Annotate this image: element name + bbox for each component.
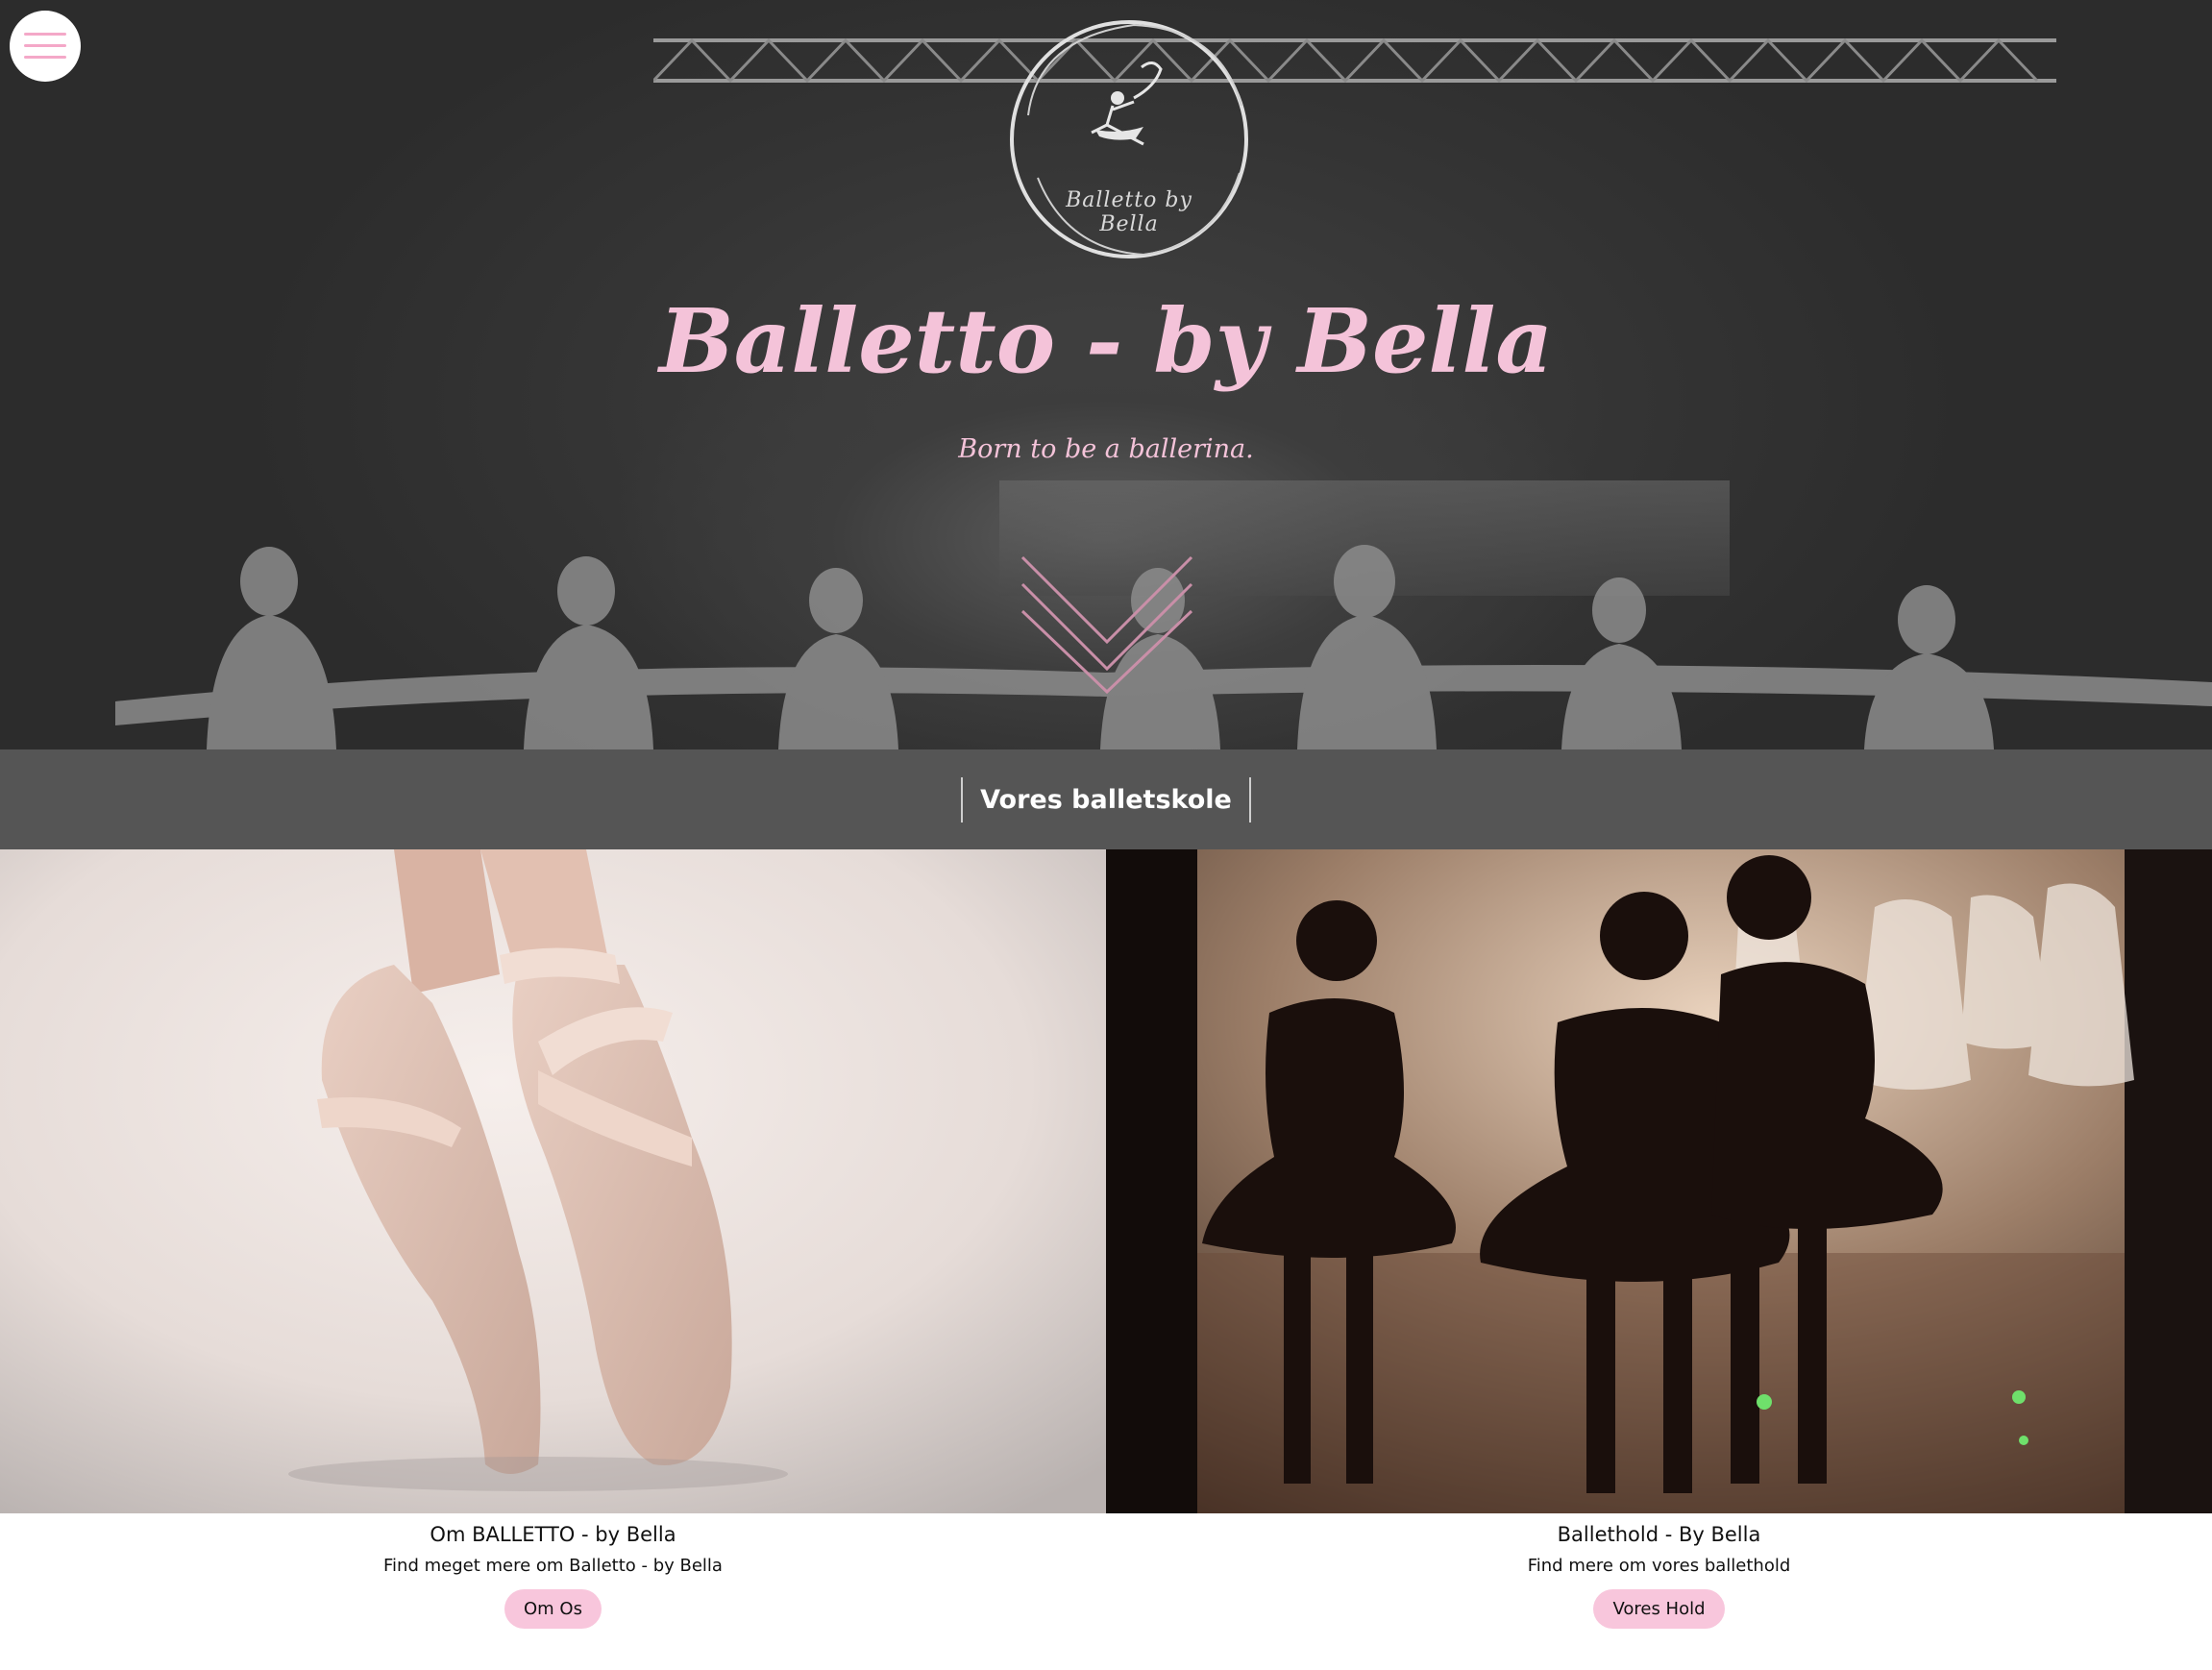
pointe-shoes-image xyxy=(0,849,1106,1513)
stage-truss xyxy=(653,37,2056,84)
card-about: Om BALLETTO - by Bella Find meget mere o… xyxy=(0,849,1106,1670)
chevron-down-icon[interactable] xyxy=(1019,552,1195,696)
hamburger-menu-icon xyxy=(24,33,66,59)
logo-script-text: Balletto by Bella xyxy=(1066,188,1192,236)
hero-title: Balletto - by Bella xyxy=(658,289,1554,393)
card-teams: Ballethold - By Bella Find mere om vores… xyxy=(1106,849,2212,1670)
section-heading: Vores balletskole xyxy=(961,776,1251,823)
section-bar: Vores balletskole xyxy=(0,749,2212,849)
vores-hold-button[interactable]: Vores Hold xyxy=(1593,1589,1725,1629)
card-text: Find mere om vores ballethold xyxy=(1527,1556,1791,1576)
card-text: Find meget mere om Balletto - by Bella xyxy=(383,1556,723,1576)
young-ballerinas-image xyxy=(1106,849,2212,1513)
hero-subtitle: Born to be a ballerina. xyxy=(958,434,1254,464)
om-os-button[interactable]: Om Os xyxy=(504,1589,602,1629)
menu-button[interactable] xyxy=(10,11,81,82)
hero-section: Balletto by Bella Balletto - by Bella Bo… xyxy=(0,0,2212,749)
card-title: Ballethold - By Bella xyxy=(1557,1523,1761,1546)
card-title: Om BALLETTO - by Bella xyxy=(430,1523,676,1546)
